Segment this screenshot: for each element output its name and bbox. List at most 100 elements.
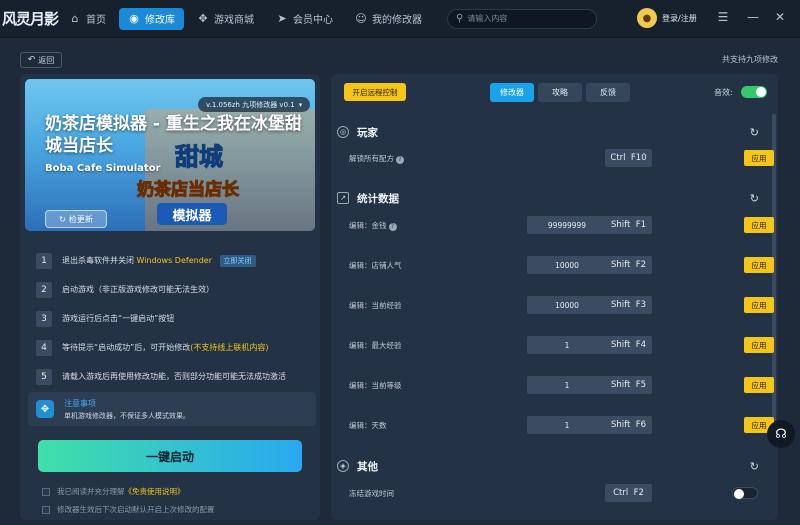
- hotkey-ctrl-f10[interactable]: Ctrl F10: [605, 149, 652, 167]
- tab-trainer[interactable]: 修改器: [490, 83, 534, 102]
- send-icon: ➤: [277, 12, 287, 25]
- step-number: 2: [36, 281, 52, 298]
- back-button[interactable]: ↶ 返回: [20, 52, 62, 68]
- menu-icon[interactable]: ☰: [715, 10, 731, 24]
- step-3: 3 游戏运行后点击“一键启动”按钮: [36, 304, 316, 333]
- notice-title: 注意事项: [64, 398, 96, 408]
- section-other-title: 其他: [357, 460, 378, 473]
- search-input[interactable]: [467, 14, 588, 23]
- days-value-input[interactable]: 1: [527, 416, 607, 434]
- close-icon[interactable]: ✕: [772, 10, 788, 24]
- nav-my-trainers[interactable]: ☺ 我的修改器: [346, 8, 431, 30]
- hotkey-shift-f1[interactable]: Shift F1: [605, 216, 652, 234]
- version-label: v.1.056zh 九项修改器 v0.1: [206, 100, 295, 109]
- one-click-start-button[interactable]: 一键启动: [38, 440, 302, 472]
- refresh-icon[interactable]: ↻: [750, 192, 759, 205]
- apply-button[interactable]: 应用: [744, 150, 774, 166]
- money-value-input[interactable]: 99999999: [527, 216, 607, 234]
- trainer-row: 编辑：当前经验 10000 Shift F3 应用: [349, 295, 774, 315]
- step-4-text: 等待提示“启动成功”后，可开始修改: [62, 343, 191, 352]
- hotkey-shift-f4[interactable]: Shift F4: [605, 336, 652, 354]
- trainer-row: 编辑：天数 1 Shift F6 应用: [349, 415, 774, 435]
- refresh-icon[interactable]: ↻: [750, 126, 759, 139]
- step-1-text: 退出杀毒软件并关闭: [62, 255, 134, 265]
- apply-button[interactable]: 应用: [744, 377, 774, 393]
- apply-button[interactable]: 应用: [744, 217, 774, 233]
- close-defender-button[interactable]: 立即关闭: [219, 254, 256, 267]
- trainer-row: 编辑：金钱? 99999999 Shift F1 应用: [349, 215, 774, 235]
- freeze-time-toggle[interactable]: [732, 487, 758, 499]
- help-icon[interactable]: ?: [396, 155, 404, 164]
- avatar[interactable]: ●: [637, 8, 657, 28]
- max-exp-value-input[interactable]: 1: [527, 336, 607, 354]
- row-label: 编辑：金钱?: [349, 220, 397, 231]
- step-2: 2 启动游戏（非正版游戏修改可能无法生效）: [36, 275, 316, 304]
- hotkey-shift-f3[interactable]: Shift F3: [605, 296, 652, 314]
- home-icon: ⌂: [71, 12, 79, 25]
- user-login[interactable]: ● 登录/注册: [637, 8, 697, 28]
- step-text: 等待提示“启动成功”后，可开始修改(不支持线上联机内容): [62, 342, 269, 353]
- freeze-time-label: 冻结游戏时间: [349, 488, 394, 498]
- minimize-icon[interactable]: —: [745, 10, 761, 24]
- support-count: 共支持九项修改: [722, 55, 778, 64]
- popularity-value-input[interactable]: 10000: [527, 256, 607, 274]
- trainer-row: 编辑：最大经验 1 Shift F4 应用: [349, 335, 774, 355]
- app-logo[interactable]: 风灵月影: [0, 0, 60, 38]
- online-warning: (不支持线上联机内容): [190, 343, 269, 352]
- hotkey-key: F2: [635, 260, 647, 270]
- notice-text: 单机游戏修改器，不保证多人模式效果。: [64, 411, 190, 420]
- agree-checkbox[interactable]: [42, 487, 50, 496]
- refresh-icon: ↻: [59, 214, 66, 224]
- hotkey-ctrl-f2[interactable]: Ctrl F2: [605, 484, 652, 502]
- nav-member-center-label: 会员中心: [293, 15, 333, 26]
- current-exp-value-input[interactable]: 10000: [527, 296, 607, 314]
- disclaimer-link[interactable]: 《免责使用说明》: [125, 486, 185, 497]
- trainer-row: 解锁所有配方? Ctrl F10 应用: [349, 148, 774, 168]
- tab-feedback[interactable]: 反馈: [586, 83, 630, 102]
- hotkey-key: F4: [635, 340, 647, 350]
- step-4: 4 等待提示“启动成功”后，可开始修改(不支持线上联机内容): [36, 333, 316, 362]
- gamepad-icon: ✥: [36, 400, 54, 418]
- remote-control-button[interactable]: 开启远程控制: [344, 83, 406, 101]
- hotkey-mod: Shift: [610, 420, 631, 430]
- step-number: 5: [36, 368, 52, 385]
- chart-icon: ↗: [337, 192, 349, 204]
- nav-library[interactable]: ◉ 修改库: [119, 7, 184, 30]
- current-level-value-input[interactable]: 1: [527, 376, 607, 394]
- apply-button[interactable]: 应用: [744, 297, 774, 313]
- step-3-text: 游戏运行后点击“一键启动”按钮: [62, 314, 175, 323]
- top-bar: 风灵月影 ⌂ 首页 ◉ 修改库 ✥ 游戏商城 ➤ 会员中心 ☺ 我的修改器 ⚲ …: [0, 0, 800, 38]
- unlock-recipes-label: 解锁所有配方: [349, 153, 394, 163]
- instruction-steps: 1 退出杀毒软件并关闭 Windows Defender 立即关闭 2 启动游戏…: [36, 246, 316, 391]
- nav-member-center[interactable]: ➤ 会员中心: [267, 8, 342, 30]
- gamepad-icon: ✥: [198, 12, 208, 25]
- back-arrow-icon: ↶: [27, 55, 36, 65]
- hotkey-shift-f6[interactable]: Shift F6: [605, 416, 652, 434]
- remember-checkbox[interactable]: [42, 505, 50, 514]
- tab-guide[interactable]: 攻略: [538, 83, 582, 102]
- library-icon: ◉: [129, 12, 139, 25]
- trainer-row: 编辑：当前等级 1 Shift F5 应用: [349, 375, 774, 395]
- section-stats-header: ↗ 统计数据 ↻: [337, 186, 765, 210]
- apply-button[interactable]: 应用: [744, 337, 774, 353]
- hotkey-key: F6: [635, 420, 647, 430]
- remember-config-row[interactable]: 修改器生效后下次启动默认开启上次修改的配置: [42, 504, 215, 515]
- version-selector[interactable]: v.1.056zh 九项修改器 v0.1 ▾: [198, 97, 311, 112]
- hotkey-shift-f2[interactable]: Shift F2: [605, 256, 652, 274]
- apply-button[interactable]: 应用: [744, 257, 774, 273]
- check-update-button[interactable]: ↻ 检更新: [45, 210, 107, 228]
- headset-support-icon[interactable]: ☊: [767, 420, 795, 448]
- login-label[interactable]: 登录/注册: [662, 13, 697, 24]
- search-box: ⚲: [447, 8, 597, 29]
- hotkey-key: F2: [633, 488, 644, 498]
- sound-toggle[interactable]: [741, 86, 767, 98]
- back-label: 返回: [38, 55, 55, 65]
- nav-home[interactable]: ⌂ 首页: [60, 8, 115, 30]
- banner-logo-line2: 奶茶店当店长: [137, 180, 240, 201]
- refresh-icon[interactable]: ↻: [750, 460, 759, 473]
- agree-terms-row[interactable]: 我已阅读并充分理解 《免责使用说明》: [42, 486, 185, 497]
- hotkey-shift-f5[interactable]: Shift F5: [605, 376, 652, 394]
- edit-popularity-label: 编辑：店铺人气: [349, 260, 402, 270]
- help-icon[interactable]: ?: [388, 222, 397, 231]
- nav-game-store[interactable]: ✥ 游戏商城: [188, 8, 263, 30]
